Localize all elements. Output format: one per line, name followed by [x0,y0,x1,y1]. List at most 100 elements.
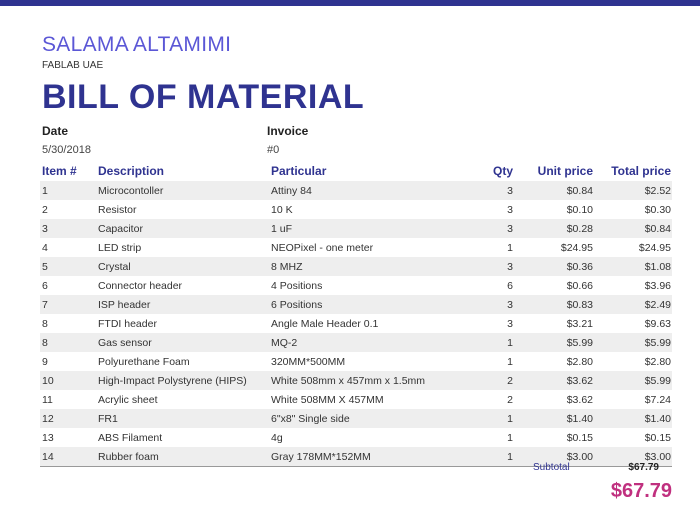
cell-particular: 10 K [271,203,293,216]
cell-item: 6 [42,279,48,292]
cell-particular: 8 MHZ [269,257,443,276]
cell-item: 13 [42,431,54,444]
subtotal-label: Subtotal [533,462,570,473]
cell-total-price: $24.95 [638,241,671,254]
cell-particular: MQ-2 [269,333,443,352]
cell-particular: White 508mm x 457mm x 1.5mm [269,371,443,390]
cell-particular: Angle Male Header 0.1 [271,317,379,330]
cell-unit-price: $3.62 [566,393,593,406]
grand-total: $67.79 [610,480,672,502]
cell-total-price: $2.80 [644,355,671,368]
cell-item: 2 [42,203,48,216]
col-header-unit-price: Unit price [537,164,593,178]
table-header-row: Item # Description Particular Qty Unit p… [40,161,672,181]
table-row: 6 Connector header 4 Positions 6 $0.66 $3.96 [40,276,672,295]
cell-item: 7 [40,295,96,314]
cell-description: Rubber foam [96,447,269,467]
cell-description: Capacitor [96,219,269,238]
cell-total-price: $7.24 [644,393,671,406]
cell-description: ISP header [96,295,269,314]
top-accent-bar [0,0,700,6]
cell-item: 3 [40,219,96,238]
cell-particular: 6 Positions [269,295,443,314]
cell-particular: NEOPixel - one meter [271,241,374,254]
cell-particular: 6"x8" Single side [269,409,443,428]
table-row: 14 Rubber foam Gray 178MM*152MM 1 $3.00 $3.00 [40,447,672,467]
cell-unit-price: $1.40 [516,409,594,428]
date-value: 5/30/2018 [42,144,91,156]
cell-qty: 3 [443,257,516,276]
cell-qty: 2 [443,371,516,390]
cell-particular: White 508MM X 457MM [271,393,384,406]
table-row: 5 Crystal 8 MHZ 3 $0.36 $1.08 [40,257,672,276]
cell-particular: 4 Positions [271,279,323,292]
table-row: 3 Capacitor 1 uF 3 $0.28 $0.84 [40,219,672,238]
table-row: 1 Microcontoller Attiny 84 3 $0.84 $2.52 [40,181,672,200]
col-header-total-price: Total price [611,164,671,178]
cell-item: 14 [40,447,96,467]
cell-qty: 2 [507,393,513,406]
cell-item: 9 [42,355,48,368]
cell-unit-price: $0.83 [516,295,594,314]
cell-description: Resistor [98,203,137,216]
cell-particular: 4g [271,431,283,444]
cell-item: 1 [40,181,96,200]
cell-unit-price: $0.10 [566,203,593,216]
cell-description: Polyurethane Foam [98,355,190,368]
cell-total-price: $1.08 [594,257,672,276]
cell-qty: 3 [507,317,513,330]
cell-description: LED strip [98,241,142,254]
cell-description: High-Impact Polystyrene (HIPS) [96,371,269,390]
author-name: SALAMA ALTAMIMI [42,33,232,56]
cell-total-price: $0.30 [644,203,671,216]
cell-description: Crystal [96,257,269,276]
table-row: 2 Resistor 10 K 3 $0.10 $0.30 [40,200,672,219]
cell-item: 12 [40,409,96,428]
col-header-description: Description [98,164,165,178]
cell-qty: 1 [443,333,516,352]
cell-unit-price: $24.95 [560,241,593,254]
cell-total-price: $9.63 [644,317,671,330]
page-title: BILL OF MATERIAL [42,78,365,116]
table-row: 7 ISP header 6 Positions 3 $0.83 $2.49 [40,295,672,314]
cell-unit-price: $2.80 [566,355,593,368]
cell-unit-price: $0.15 [566,431,593,444]
cell-item: 10 [40,371,96,390]
cell-qty: 3 [507,203,513,216]
bom-table: Item # Description Particular Qty Unit p… [40,161,672,467]
cell-qty: 1 [443,409,516,428]
cell-description: Gas sensor [96,333,269,352]
col-header-particular: Particular [271,164,327,178]
cell-unit-price: $3.62 [516,371,594,390]
cell-particular: 1 uF [269,219,443,238]
cell-qty: 1 [507,241,513,254]
cell-qty: 6 [507,279,513,292]
cell-unit-price: $0.66 [566,279,593,292]
cell-unit-price: $0.84 [516,181,594,200]
cell-total-price: $5.99 [594,333,672,352]
cell-particular: 320MM*500MM [271,355,346,368]
cell-total-price: $2.52 [594,181,672,200]
cell-item: 8 [40,333,96,352]
cell-description: Microcontoller [96,181,269,200]
table-row: 11 Acrylic sheet White 508MM X 457MM 2 $3.62… [40,390,672,409]
invoice-value: #0 [267,144,280,156]
cell-particular: Gray 178MM*152MM [269,447,443,467]
cell-description: FR1 [96,409,269,428]
cell-qty: 3 [443,295,516,314]
subtotal-value: $67.79 [628,462,659,473]
cell-unit-price: $3.21 [566,317,593,330]
cell-item: 4 [42,241,48,254]
cell-qty: 1 [507,431,513,444]
cell-unit-price: $0.36 [516,257,594,276]
cell-total-price: $0.84 [594,219,672,238]
cell-description: Acrylic sheet [98,393,158,406]
table-row: 8 FTDI header Angle Male Header 0.1 3 $3.21 $… [40,314,672,333]
cell-total-price: $3.96 [644,279,671,292]
cell-total-price: $1.40 [594,409,672,428]
cell-unit-price: $0.28 [516,219,594,238]
col-header-item: Item # [42,164,77,178]
table-row: 12 FR1 6"x8" Single side 1 $1.40 $1.40 [40,409,672,428]
table-row: 10 High-Impact Polystyrene (HIPS) White 50… [40,371,672,390]
cell-item: 11 [42,393,53,406]
